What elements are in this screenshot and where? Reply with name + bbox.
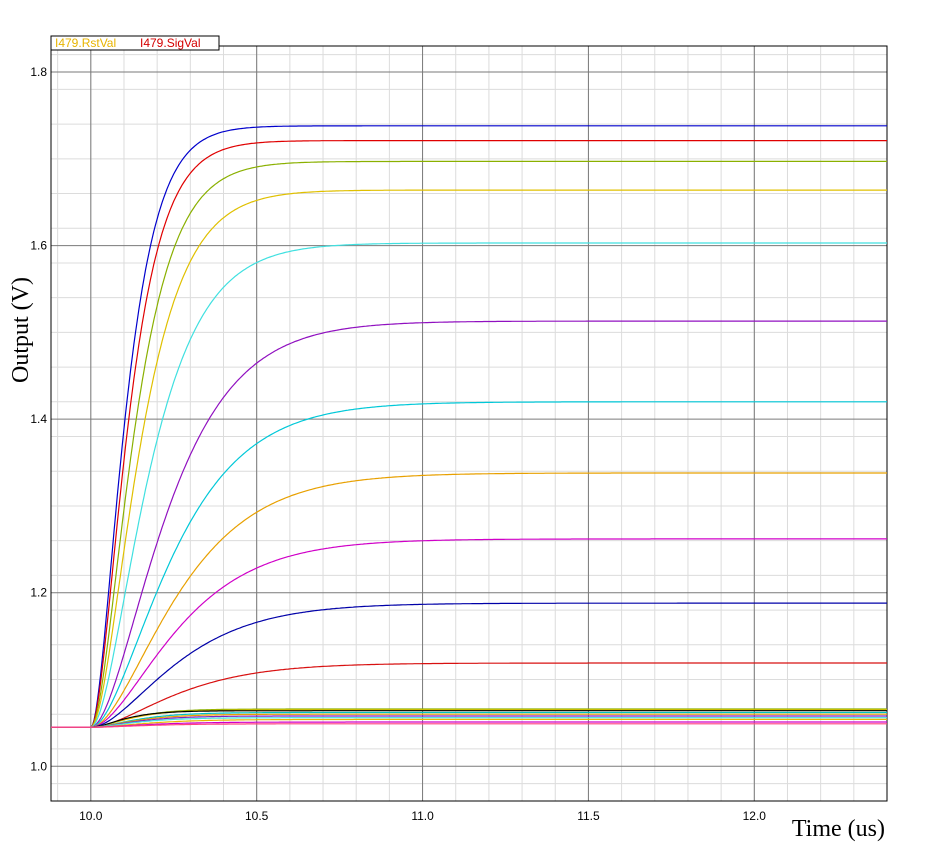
x-axis-title: Time (us) (792, 816, 885, 842)
y-tick-label: 1.8 (30, 65, 47, 79)
y-tick-label: 1.4 (30, 412, 47, 426)
x-tick-label: 10.5 (245, 809, 269, 823)
y-tick-label: 1.2 (30, 586, 47, 600)
legend: I479.RstVal I479.SigVal (50, 35, 220, 51)
x-tick-label: 11.5 (577, 809, 600, 823)
y-tick-label: 1.6 (30, 239, 47, 253)
x-tick-label: 10.0 (79, 809, 103, 823)
legend-entry-rstval[interactable]: I479.RstVal (55, 36, 116, 50)
y-axis-title: Output (V) (8, 277, 34, 383)
chart: 10.0 10.5 11.0 11.5 12.0 1.0 1.2 1.4 1.6 1.8 I47… (0, 0, 942, 846)
y-tick-label: 1.0 (30, 759, 47, 773)
x-tick-label: 12.0 (743, 809, 767, 823)
x-tick-label: 11.0 (411, 809, 434, 823)
legend-entry-sigval[interactable]: I479.SigVal (140, 36, 201, 50)
